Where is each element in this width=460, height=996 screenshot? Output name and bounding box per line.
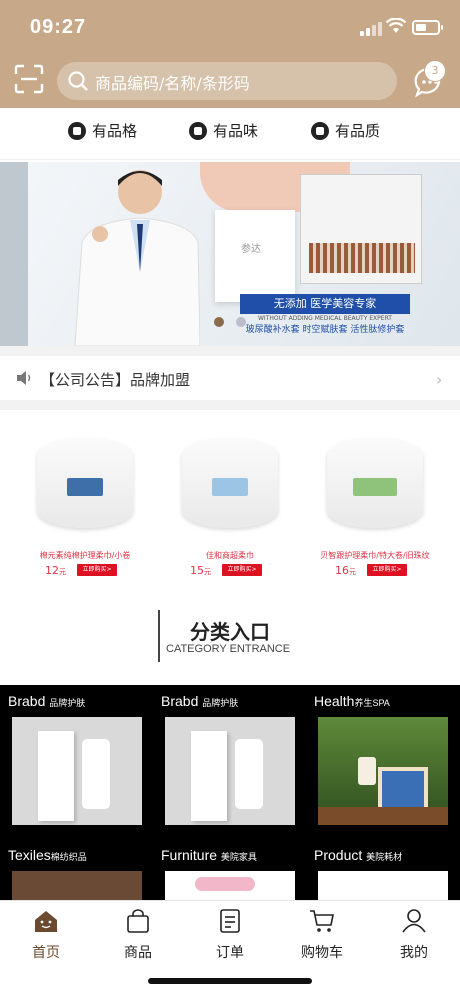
search-input[interactable]: 商品编码/名称/条形码 xyxy=(57,62,397,100)
box-label: 参达 xyxy=(241,244,261,255)
search-placeholder: 商品编码/名称/条形码 xyxy=(95,74,250,93)
buy-button[interactable]: 立即购买> xyxy=(77,564,117,576)
product-card[interactable]: 佳和商超柔巾 15元 立即购买> xyxy=(160,430,300,580)
category-label: Texiles棉纺织品 xyxy=(8,847,87,863)
notice-text: 【公司公告】品牌加盟 xyxy=(40,371,191,389)
doctor-image xyxy=(74,170,200,346)
category-label: Brabd 品牌护肤 xyxy=(161,693,239,709)
product-card[interactable]: 贝智跟护理柔巾/特大卷/旧珠纹 16元 立即购买> xyxy=(305,430,445,580)
shield-icon xyxy=(311,121,329,140)
speaker-icon xyxy=(17,371,31,385)
message-badge: 3 xyxy=(424,60,446,82)
category-label: Product 美院耗材 xyxy=(314,847,403,863)
feature-strip: 有品格 有品味 有品质 xyxy=(0,108,460,160)
category-grid: Brabd 品牌护肤 Brabd 品牌护肤 Health养生SPA Texile… xyxy=(0,685,460,979)
category-subtitle: CATEGORY ENTRANCE xyxy=(166,643,291,655)
banner-prev-slide xyxy=(0,162,28,346)
tab-home[interactable]: 首页 xyxy=(0,909,92,962)
tab-label: 首页 xyxy=(32,945,60,961)
product-name: 棉元素纯棉护理柔巾/小卷 xyxy=(39,551,131,560)
product-image xyxy=(182,438,278,528)
category-label: Furniture 美院家具 xyxy=(161,847,257,863)
category-title: 分类入口 xyxy=(190,620,270,644)
tab-label: 我的 xyxy=(400,945,428,961)
feature-item: 有品味 xyxy=(189,120,258,141)
search-icon xyxy=(68,71,88,91)
category-label: Brabd 品牌护肤 xyxy=(8,693,86,709)
tab-mine[interactable]: 我的 xyxy=(368,909,460,962)
order-icon xyxy=(220,909,240,933)
battery-icon xyxy=(412,20,443,35)
product-box-image: 参达 xyxy=(215,210,295,302)
category-item[interactable]: Brabd 品牌护肤 xyxy=(8,693,158,843)
product-name: 佳和商超柔巾 xyxy=(206,551,254,560)
tab-cart[interactable]: 购物车 xyxy=(276,909,368,962)
user-icon xyxy=(402,909,426,933)
tab-label: 购物车 xyxy=(301,945,343,961)
category-label: Health养生SPA xyxy=(314,693,390,709)
banner-headline: 无添加 医学美容专家 xyxy=(240,294,410,314)
banner-tagline: WITHOUT ADDING MEDICAL BEAUTY EXPERT xyxy=(258,315,392,322)
banner-carousel[interactable]: 参达 无添加 医学美容专家 WITHOUT ADDING MEDICAL BEA… xyxy=(0,162,460,346)
wifi-icon xyxy=(386,18,406,33)
divider xyxy=(0,400,460,410)
category-image xyxy=(12,717,142,825)
product-card[interactable]: 棉元素纯棉护理柔巾/小卷 12元 立即购买> xyxy=(15,430,155,580)
banner-products: 玻尿酸补水套 时空赋肤套 活性肽修护套 xyxy=(245,325,405,335)
tab-orders[interactable]: 订单 xyxy=(184,909,276,962)
header: 09:27 商品编码/名称/条形码 3 xyxy=(0,0,460,108)
category-item[interactable]: Health养生SPA xyxy=(314,693,460,843)
home-icon xyxy=(35,911,57,932)
carousel-dot-active[interactable] xyxy=(214,317,224,327)
divider xyxy=(0,346,460,356)
diamond-icon xyxy=(68,121,86,140)
feature-label: 有品质 xyxy=(335,122,381,140)
product-price: 12元 xyxy=(45,564,66,577)
bag-icon xyxy=(127,909,149,933)
status-bar: 09:27 xyxy=(0,0,460,56)
feature-item: 有品质 xyxy=(311,120,380,141)
scan-icon[interactable] xyxy=(14,64,44,94)
chevron-right-icon: › xyxy=(436,370,443,389)
category-heading: 分类入口 CATEGORY ENTRANCE xyxy=(158,610,308,662)
status-time: 09:27 xyxy=(30,16,87,38)
category-image xyxy=(165,717,295,825)
product-image xyxy=(37,438,133,528)
tab-goods[interactable]: 商品 xyxy=(92,909,184,962)
crown-icon xyxy=(189,121,207,140)
category-item[interactable]: Furniture 美院家具 xyxy=(161,847,311,979)
category-image xyxy=(318,717,448,825)
banner-products-line: WITHOUT ADDING MEDICAL BEAUTY EXPERT 玻尿酸… xyxy=(240,315,410,335)
category-item[interactable]: Texiles棉纺织品 xyxy=(8,847,158,979)
feature-item: 有品格 xyxy=(68,120,137,141)
tab-label: 商品 xyxy=(124,945,152,961)
category-item[interactable]: Product 美院耗材 xyxy=(314,847,460,979)
product-image xyxy=(327,438,423,528)
buy-button[interactable]: 立即购买> xyxy=(367,564,407,576)
product-name: 贝智跟护理柔巾/特大卷/旧珠纹 xyxy=(320,551,430,560)
buy-button[interactable]: 立即购买> xyxy=(222,564,262,576)
signal-icon xyxy=(360,22,382,36)
tab-label: 订单 xyxy=(216,945,244,961)
notice-bar[interactable]: 【公司公告】品牌加盟 › xyxy=(0,356,460,400)
vials-image xyxy=(309,243,415,273)
product-price: 16元 xyxy=(335,564,356,577)
product-case-image xyxy=(300,174,422,284)
category-item[interactable]: Brabd 品牌护肤 xyxy=(161,693,311,843)
feature-label: 有品味 xyxy=(213,122,259,140)
product-price: 15元 xyxy=(190,564,211,577)
carousel-dot[interactable] xyxy=(236,317,246,327)
home-indicator xyxy=(148,978,312,984)
cart-icon xyxy=(310,910,334,932)
feature-label: 有品格 xyxy=(92,122,138,140)
